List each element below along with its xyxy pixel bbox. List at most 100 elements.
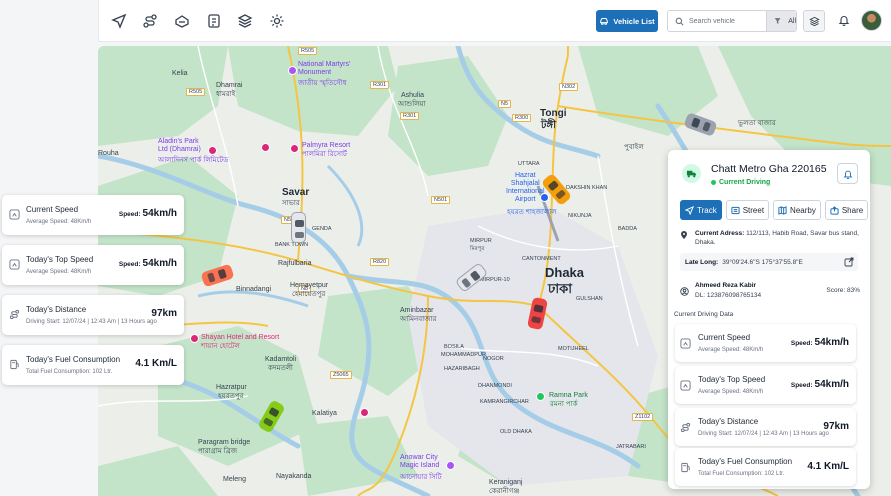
poi-label: আনোয়ার সিটি <box>400 474 442 481</box>
park-pin-icon[interactable] <box>536 392 545 401</box>
area-label: MOHAMMADPUR <box>441 352 486 358</box>
poi-pin-icon[interactable] <box>360 408 369 417</box>
search-icon <box>675 17 684 25</box>
user-avatar[interactable] <box>861 10 882 31</box>
vehicle-detail-panel: Chatt Metro Gha 220165 Current Driving T… <box>668 150 870 489</box>
vehicle-list-button[interactable]: Vehicle List <box>596 10 658 32</box>
road-shield: R505 <box>186 88 206 96</box>
navigation-icon[interactable] <box>111 13 127 29</box>
poi-pin-icon[interactable] <box>446 461 455 470</box>
area-label: OLD DHAKA <box>500 429 532 435</box>
report-icon[interactable] <box>206 13 222 29</box>
card-value-prefix: Speed: <box>790 382 813 389</box>
vehicle-status: Current Driving <box>711 179 770 186</box>
card-value: 4.1 Km/L <box>135 358 177 369</box>
nearby-button[interactable]: Nearby <box>773 200 821 220</box>
layers-icon <box>808 16 820 26</box>
share-icon <box>830 205 839 215</box>
panel-current-speed-card: Current Speed Average Speed: 48Km/h Spee… <box>675 324 856 362</box>
poi-label: Shayan Hotel and Resort <box>201 334 280 341</box>
place-label: সাভার <box>282 200 300 207</box>
card-subtitle: Total Fuel Consumption: 102 Ltr. <box>698 471 785 477</box>
layers-icon[interactable] <box>237 13 253 29</box>
place-label: Kadamtoli <box>265 356 297 363</box>
street-icon <box>731 206 740 214</box>
road-shield: Z1102 <box>632 413 654 421</box>
place-label: হযরতপুর <box>218 393 244 400</box>
route-icon <box>680 422 691 433</box>
share-label: Share <box>841 205 864 215</box>
poi-label: National Martyrs' Monument <box>298 61 351 77</box>
card-value: 54km/h <box>142 258 177 269</box>
poi-pin-icon[interactable] <box>290 144 299 153</box>
poi-pin-icon[interactable] <box>208 146 217 155</box>
poi-label: Anowar City Magic Island <box>400 454 440 470</box>
area-label: মিরপুর <box>470 246 485 252</box>
route-icon[interactable] <box>142 13 158 29</box>
card-title: Today's Top Speed <box>698 375 766 384</box>
fleet-icon[interactable] <box>174 13 190 29</box>
area-label: UTTARA <box>518 161 540 167</box>
map-layers-button[interactable] <box>803 10 825 32</box>
card-title: Current Speed <box>698 333 751 342</box>
poi-label: Aladin's Park Ltd (Dhamrai) <box>158 138 201 154</box>
place-label: Paragram bridge <box>198 439 251 446</box>
poi-pin-icon[interactable] <box>190 334 199 343</box>
notification-bell-icon[interactable] <box>838 14 850 26</box>
fuel-icon <box>9 359 20 370</box>
poi-label: Palmyra Resort <box>302 142 351 149</box>
poi-label: পালমিরা রিসোর্ট <box>302 151 347 158</box>
speed-icon <box>9 259 20 270</box>
area-label: HAZARIBAGH <box>444 366 480 372</box>
road-shield: R820 <box>370 258 390 266</box>
place-label: Rajfulbaria <box>278 260 312 267</box>
track-button[interactable]: Track <box>680 200 722 220</box>
place-label: Rouha <box>98 150 119 157</box>
fuel-icon <box>680 462 691 473</box>
monument-pin-icon[interactable] <box>288 66 297 75</box>
external-link-icon[interactable] <box>844 257 854 267</box>
place-label: Kalatiya <box>312 410 337 417</box>
street-button[interactable]: Street <box>725 200 770 220</box>
search-input[interactable] <box>689 17 769 25</box>
area-label: JATRABARI <box>616 444 646 450</box>
nearby-label: Nearby <box>790 205 816 215</box>
place-label: Meleng <box>223 476 246 483</box>
area-label: NIKUNJA <box>568 213 592 219</box>
card-value-wrap: Speed: 54km/h <box>791 379 849 390</box>
card-title: Today's Distance <box>26 305 87 314</box>
search-box: All <box>667 10 797 32</box>
poi-label: রমনা পার্ক <box>550 401 578 408</box>
card-subtitle: Average Speed: 48Km/h <box>26 269 92 275</box>
share-button[interactable]: Share <box>824 200 869 220</box>
filter-dropdown[interactable]: All <box>766 11 796 31</box>
place-label: Binnadangi <box>236 286 272 293</box>
card-subtitle: Driving Start: 12/07/24 | 12:43 Am | 13 … <box>26 319 157 325</box>
filter-icon <box>774 18 781 24</box>
card-subtitle: Average Speed: 48Km/h <box>698 347 764 353</box>
area-label: MIRPUR <box>470 238 492 244</box>
poi-label: Hazrat Shahjalal International Airport <box>506 172 545 204</box>
place-label: Savar <box>282 187 310 198</box>
poi-pin-icon[interactable] <box>261 143 270 152</box>
card-value: 97km <box>823 421 849 432</box>
vehicle-alert-button[interactable] <box>837 163 858 184</box>
vehicle-list-label: Vehicle List <box>613 16 655 26</box>
card-value: 97km <box>151 308 177 319</box>
settings-icon[interactable] <box>269 13 285 29</box>
road-shield: Z5065 <box>330 371 352 379</box>
area-label: MOTIJHEEL <box>558 346 589 352</box>
area-label: KAMRANGIRCHAR <box>480 399 529 405</box>
place-label: পুবাইল <box>624 144 644 151</box>
vehicle-marker[interactable] <box>291 212 306 243</box>
card-value: 54km/h <box>814 379 849 390</box>
action-buttons: Track Street Nearby Share <box>680 200 869 220</box>
card-title: Today's Fuel Consumption <box>698 457 793 466</box>
truck-icon <box>682 164 701 183</box>
place-label: Kelia <box>172 70 188 77</box>
speed-icon <box>9 209 20 220</box>
area-label: MIRPUR-10 <box>480 277 510 283</box>
card-value-wrap: Speed: 54km/h <box>119 258 177 269</box>
area-label: BANK TOWN <box>275 242 309 248</box>
area-label: DHANMONDI <box>478 383 512 389</box>
